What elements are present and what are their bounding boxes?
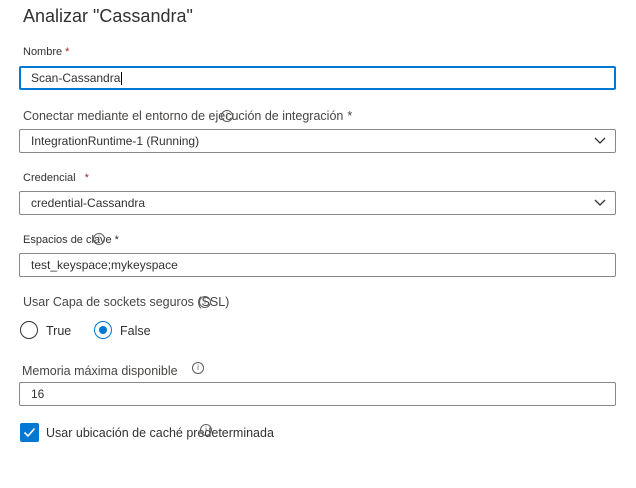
dialog-title: Analizar "Cassandra" [23,6,193,26]
runtime-label-text: Conectar mediante el entorno de ejecució… [23,109,344,123]
runtime-select-value: IntegrationRuntime-1 (Running) [31,134,200,148]
memory-label: Memoria máxima disponible [22,364,178,378]
keyspaces-input-value: test_keyspace;mykeyspace [31,258,178,272]
cache-checkbox[interactable] [20,423,39,442]
ssl-true-label[interactable]: True [46,324,71,338]
required-mark: * [84,172,89,184]
memory-input-value: 16 [31,387,45,401]
credential-label: Credencial * [23,172,89,184]
info-icon[interactable]: i [199,296,211,308]
name-input[interactable]: Scan-Cassandra [19,66,616,90]
chevron-down-icon [594,199,606,206]
name-label-text: Nombre [23,46,63,58]
info-icon[interactable]: i [200,424,212,436]
info-icon[interactable]: i [192,362,204,374]
name-label: Nombre * [23,46,69,58]
keyspaces-input[interactable]: test_keyspace;mykeyspace [19,253,616,277]
cache-checkbox-label[interactable]: Usar ubicación de caché predeterminada [46,426,274,440]
text-cursor [121,72,123,86]
radio-selected-dot [99,326,107,334]
required-mark: * [65,46,70,58]
ssl-false-radio[interactable] [94,321,112,339]
runtime-select[interactable]: IntegrationRuntime-1 (Running) [19,129,616,153]
ssl-true-radio[interactable] [20,321,38,339]
runtime-label: Conectar mediante el entorno de ejecució… [23,109,352,123]
ssl-false-label[interactable]: False [120,324,151,338]
required-mark: * [347,109,353,123]
name-input-value: Scan-Cassandra [31,71,121,85]
chevron-down-icon [594,137,606,144]
credential-label-text: Credencial [23,172,76,184]
checkmark-icon [23,427,36,438]
info-icon[interactable]: i [93,233,105,245]
credential-select[interactable]: credential-Cassandra [19,191,616,215]
required-mark: * [114,234,119,246]
memory-input[interactable]: 16 [19,382,616,406]
credential-select-value: credential-Cassandra [31,196,146,210]
info-icon[interactable]: i [221,110,233,122]
